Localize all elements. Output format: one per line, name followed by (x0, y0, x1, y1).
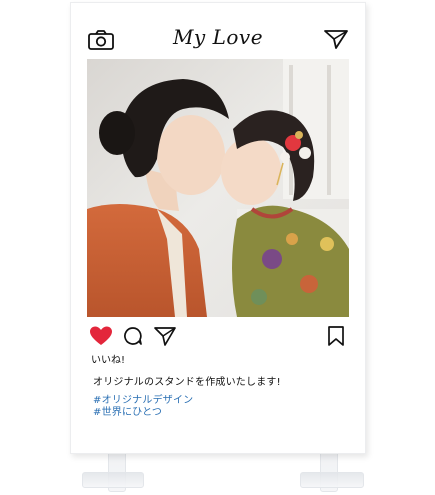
post-panel: My Love いいね! オリジナルのスタンドを作成いたします! #オリジナルデ… (70, 2, 366, 454)
heart-icon[interactable] (89, 325, 113, 347)
bookmark-icon[interactable] (327, 325, 345, 347)
stand-left-foot (82, 472, 144, 488)
comment-icon[interactable] (123, 326, 143, 346)
post-photo (87, 59, 349, 317)
post-header: My Love (71, 19, 365, 59)
share-icon[interactable] (153, 325, 177, 347)
post-title: My Love (172, 25, 264, 49)
send-icon[interactable] (323, 28, 349, 50)
hashtag-one-of-a-kind[interactable]: #世界にひとつ (93, 403, 162, 418)
post-caption: オリジナルのスタンドを作成いたします! (93, 377, 281, 388)
stand-right-foot (300, 472, 364, 488)
camera-icon[interactable] (87, 29, 115, 51)
action-row (87, 325, 349, 349)
acrylic-stand-scene: My Love いいね! オリジナルのスタンドを作成いたします! #オリジナルデ… (0, 0, 435, 495)
photo-illustration (87, 59, 349, 317)
likes-label: いいね! (91, 355, 126, 366)
